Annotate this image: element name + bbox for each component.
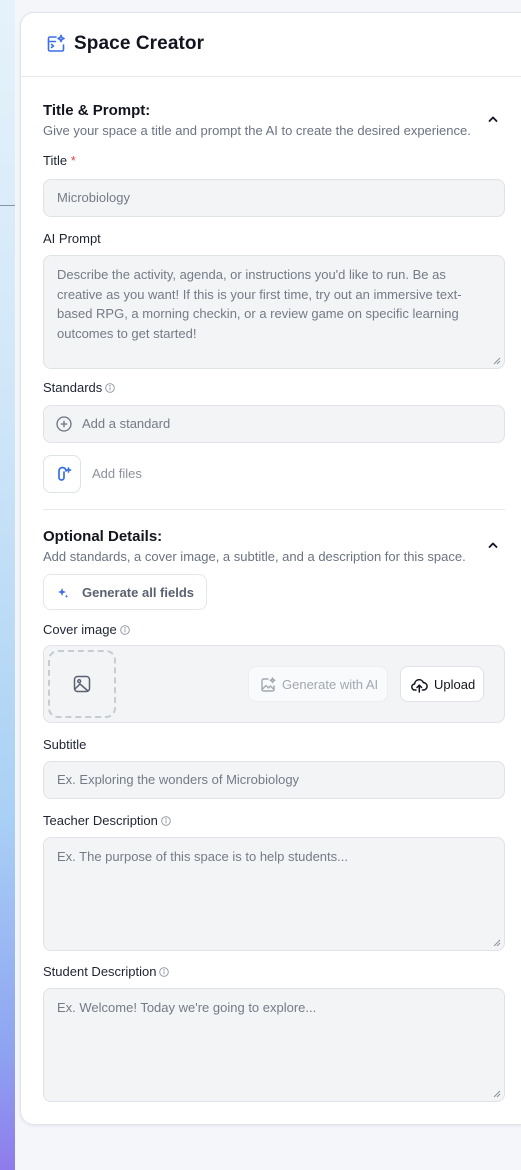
generate-with-ai-label: Generate with AI xyxy=(282,677,379,692)
upload-label: Upload xyxy=(434,677,476,692)
ai-prompt-label: AI Prompt xyxy=(43,231,101,246)
teacher-description-textarea[interactable]: Ex. The purpose of this space is to help… xyxy=(43,837,505,951)
attach-files-button[interactable] xyxy=(43,455,81,493)
paperclip-icon xyxy=(58,466,72,481)
sparkle-icon xyxy=(58,588,69,598)
image-icon xyxy=(73,675,91,693)
teacher-description-label: Teacher Description xyxy=(43,813,171,828)
student-description-textarea[interactable]: Ex. Welcome! Today we're going to explor… xyxy=(43,988,505,1102)
image-sparkle-icon xyxy=(261,677,276,692)
title-input[interactable]: Microbiology xyxy=(43,179,505,217)
optional-details-heading: Optional Details: xyxy=(43,528,163,545)
student-description-placeholder: Ex. Welcome! Today we're going to explor… xyxy=(57,1000,317,1015)
teacher-description-placeholder: Ex. The purpose of this space is to help… xyxy=(57,849,348,864)
standards-input[interactable]: Add a standard xyxy=(43,405,505,443)
generate-with-ai-button[interactable]: Generate with AI xyxy=(248,666,388,702)
info-icon[interactable] xyxy=(105,383,116,393)
resize-handle-icon[interactable] xyxy=(493,939,501,947)
info-icon[interactable] xyxy=(159,967,170,977)
title-prompt-heading: Title & Prompt: xyxy=(43,102,151,119)
generate-all-fields-label: Generate all fields xyxy=(82,585,194,600)
info-icon[interactable] xyxy=(161,816,171,826)
info-icon[interactable] xyxy=(119,625,130,635)
resize-handle-icon[interactable] xyxy=(493,1090,501,1098)
ai-prompt-placeholder: Describe the activity, agenda, or instru… xyxy=(57,267,462,341)
title-prompt-description: Give your space a title and prompt the A… xyxy=(43,123,471,138)
standards-placeholder: Add a standard xyxy=(82,416,171,431)
subtitle-input[interactable]: Ex. Exploring the wonders of Microbiolog… xyxy=(43,761,505,799)
cloud-upload-icon xyxy=(411,678,428,693)
generate-all-fields-button[interactable]: Generate all fields xyxy=(43,574,207,610)
panel-header: Space Creator xyxy=(21,13,521,77)
cover-image-area: Generate with AI Upload xyxy=(43,645,505,723)
sparkle-window-icon xyxy=(47,34,65,52)
student-description-label: Student Description xyxy=(43,964,170,979)
ai-prompt-textarea[interactable]: Describe the activity, agenda, or instru… xyxy=(43,255,505,369)
chevron-up-icon[interactable] xyxy=(486,112,500,126)
subtitle-label: Subtitle xyxy=(43,737,87,752)
chevron-up-icon[interactable] xyxy=(486,538,500,552)
section-divider xyxy=(43,509,505,510)
panel-title: Space Creator xyxy=(74,33,205,54)
title-label: Title * xyxy=(43,153,76,168)
resize-handle-icon[interactable] xyxy=(493,357,501,365)
space-creator-panel: Space Creator Title & Prompt: Give your … xyxy=(20,12,521,1125)
cover-image-label: Cover image xyxy=(43,622,130,637)
required-marker: * xyxy=(70,153,76,168)
plus-circle-icon xyxy=(56,416,72,432)
add-files-label[interactable]: Add files xyxy=(92,466,142,481)
standards-label: Standards xyxy=(43,380,116,395)
upload-button[interactable]: Upload xyxy=(400,666,484,702)
optional-details-description: Add standards, a cover image, a subtitle… xyxy=(43,549,466,564)
cover-image-placeholder[interactable] xyxy=(48,650,116,718)
